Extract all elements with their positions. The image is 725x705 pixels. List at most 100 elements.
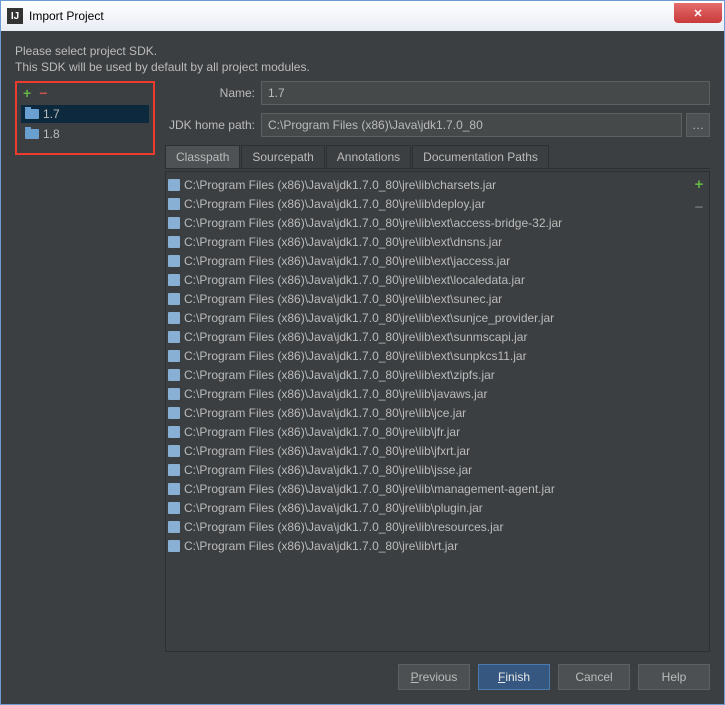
window-title: Import Project	[29, 9, 586, 23]
home-path-label: JDK home path:	[165, 118, 261, 132]
classpath-row[interactable]: C:\Program Files (x86)\Java\jdk1.7.0_80\…	[168, 517, 687, 536]
classpath-row[interactable]: C:\Program Files (x86)\Java\jdk1.7.0_80\…	[168, 327, 687, 346]
jar-icon	[168, 445, 180, 457]
classpath-row[interactable]: C:\Program Files (x86)\Java\jdk1.7.0_80\…	[168, 498, 687, 517]
classpath-row[interactable]: C:\Program Files (x86)\Java\jdk1.7.0_80\…	[168, 308, 687, 327]
classpath-row[interactable]: C:\Program Files (x86)\Java\jdk1.7.0_80\…	[168, 270, 687, 289]
jar-icon	[168, 293, 180, 305]
jar-icon	[168, 255, 180, 267]
sdk-toolbar: + −	[21, 85, 149, 105]
classpath-path: C:\Program Files (x86)\Java\jdk1.7.0_80\…	[184, 463, 472, 477]
jar-icon	[168, 179, 180, 191]
classpath-row[interactable]: C:\Program Files (x86)\Java\jdk1.7.0_80\…	[168, 251, 687, 270]
classpath-row[interactable]: C:\Program Files (x86)\Java\jdk1.7.0_80\…	[168, 403, 687, 422]
classpath-list[interactable]: C:\Program Files (x86)\Java\jdk1.7.0_80\…	[166, 172, 689, 651]
jar-icon	[168, 464, 180, 476]
close-button[interactable]: ✕	[674, 3, 722, 23]
cancel-button[interactable]: Cancel	[558, 664, 630, 690]
sdk-item-1.7[interactable]: 1.7	[21, 105, 149, 123]
jar-icon	[168, 483, 180, 495]
jar-icon	[168, 331, 180, 343]
classpath-path: C:\Program Files (x86)\Java\jdk1.7.0_80\…	[184, 178, 496, 192]
classpath-path: C:\Program Files (x86)\Java\jdk1.7.0_80\…	[184, 330, 527, 344]
remove-sdk-button[interactable]: −	[39, 85, 47, 101]
classpath-path: C:\Program Files (x86)\Java\jdk1.7.0_80\…	[184, 216, 562, 230]
add-classpath-button[interactable]: +	[695, 176, 704, 193]
classpath-path: C:\Program Files (x86)\Java\jdk1.7.0_80\…	[184, 387, 487, 401]
classpath-row[interactable]: C:\Program Files (x86)\Java\jdk1.7.0_80\…	[168, 365, 687, 384]
folder-icon	[25, 109, 39, 119]
maximize-button	[630, 3, 674, 23]
home-path-input[interactable]	[261, 113, 682, 137]
jar-icon	[168, 407, 180, 419]
classpath-row[interactable]: C:\Program Files (x86)\Java\jdk1.7.0_80\…	[168, 441, 687, 460]
classpath-path: C:\Program Files (x86)\Java\jdk1.7.0_80\…	[184, 406, 466, 420]
classpath-path: C:\Program Files (x86)\Java\jdk1.7.0_80\…	[184, 311, 554, 325]
classpath-path: C:\Program Files (x86)\Java\jdk1.7.0_80\…	[184, 425, 460, 439]
remove-classpath-button[interactable]: −	[695, 199, 704, 216]
sdk-item-1.8[interactable]: 1.8	[21, 125, 149, 143]
classpath-path: C:\Program Files (x86)\Java\jdk1.7.0_80\…	[184, 482, 555, 496]
name-input[interactable]	[261, 81, 710, 105]
jar-icon	[168, 426, 180, 438]
jar-icon	[168, 236, 180, 248]
sdk-detail-panel: Name: JDK home path: … ClasspathSourcepa…	[165, 81, 710, 694]
sdk-list[interactable]: 1.71.8	[21, 105, 149, 143]
tab-documentation-paths[interactable]: Documentation Paths	[412, 145, 549, 168]
name-label: Name:	[165, 86, 261, 100]
classpath-row[interactable]: C:\Program Files (x86)\Java\jdk1.7.0_80\…	[168, 460, 687, 479]
classpath-path: C:\Program Files (x86)\Java\jdk1.7.0_80\…	[184, 292, 502, 306]
classpath-row[interactable]: C:\Program Files (x86)\Java\jdk1.7.0_80\…	[168, 384, 687, 403]
classpath-row[interactable]: C:\Program Files (x86)\Java\jdk1.7.0_80\…	[168, 232, 687, 251]
classpath-side-toolbar: + −	[689, 172, 709, 651]
classpath-path: C:\Program Files (x86)\Java\jdk1.7.0_80\…	[184, 368, 495, 382]
dialog-import-project: IJ Import Project ✕ Please select projec…	[0, 0, 725, 705]
intro-line-2: This SDK will be used by default by all …	[15, 59, 710, 75]
jar-icon	[168, 388, 180, 400]
tab-sourcepath[interactable]: Sourcepath	[241, 145, 324, 168]
add-sdk-button[interactable]: +	[23, 85, 31, 101]
classpath-path: C:\Program Files (x86)\Java\jdk1.7.0_80\…	[184, 349, 527, 363]
minimize-button	[586, 3, 630, 23]
classpath-path: C:\Program Files (x86)\Java\jdk1.7.0_80\…	[184, 254, 510, 268]
classpath-row[interactable]: C:\Program Files (x86)\Java\jdk1.7.0_80\…	[168, 175, 687, 194]
jar-icon	[168, 540, 180, 552]
sdk-item-label: 1.8	[43, 127, 60, 141]
tab-annotations[interactable]: Annotations	[326, 145, 411, 168]
classpath-row[interactable]: C:\Program Files (x86)\Java\jdk1.7.0_80\…	[168, 536, 687, 555]
titlebar[interactable]: IJ Import Project ✕	[1, 1, 724, 31]
detail-tabs: ClasspathSourcepathAnnotationsDocumentat…	[165, 145, 710, 169]
dialog-footer: Previous Finish Cancel Help	[165, 652, 710, 694]
classpath-path: C:\Program Files (x86)\Java\jdk1.7.0_80\…	[184, 235, 502, 249]
content-area: Please select project SDK. This SDK will…	[1, 31, 724, 704]
browse-button[interactable]: …	[686, 113, 710, 137]
jar-icon	[168, 369, 180, 381]
classpath-path: C:\Program Files (x86)\Java\jdk1.7.0_80\…	[184, 501, 483, 515]
sdk-item-label: 1.7	[43, 107, 60, 121]
classpath-path: C:\Program Files (x86)\Java\jdk1.7.0_80\…	[184, 520, 503, 534]
classpath-row[interactable]: C:\Program Files (x86)\Java\jdk1.7.0_80\…	[168, 346, 687, 365]
classpath-row[interactable]: C:\Program Files (x86)\Java\jdk1.7.0_80\…	[168, 289, 687, 308]
jar-icon	[168, 274, 180, 286]
classpath-path: C:\Program Files (x86)\Java\jdk1.7.0_80\…	[184, 273, 525, 287]
classpath-path: C:\Program Files (x86)\Java\jdk1.7.0_80\…	[184, 539, 458, 553]
previous-button[interactable]: Previous	[398, 664, 470, 690]
classpath-row[interactable]: C:\Program Files (x86)\Java\jdk1.7.0_80\…	[168, 194, 687, 213]
sdk-list-panel: + − 1.71.8	[15, 81, 155, 155]
finish-button[interactable]: Finish	[478, 664, 550, 690]
classpath-path: C:\Program Files (x86)\Java\jdk1.7.0_80\…	[184, 197, 485, 211]
classpath-row[interactable]: C:\Program Files (x86)\Java\jdk1.7.0_80\…	[168, 422, 687, 441]
app-icon: IJ	[7, 8, 23, 24]
jar-icon	[168, 198, 180, 210]
jar-icon	[168, 521, 180, 533]
folder-icon	[25, 129, 39, 139]
jar-icon	[168, 350, 180, 362]
tab-classpath[interactable]: Classpath	[165, 145, 240, 168]
help-button[interactable]: Help	[638, 664, 710, 690]
intro-line-1: Please select project SDK.	[15, 43, 710, 59]
classpath-path: C:\Program Files (x86)\Java\jdk1.7.0_80\…	[184, 444, 470, 458]
classpath-list-area: C:\Program Files (x86)\Java\jdk1.7.0_80\…	[165, 171, 710, 652]
classpath-row[interactable]: C:\Program Files (x86)\Java\jdk1.7.0_80\…	[168, 213, 687, 232]
jar-icon	[168, 502, 180, 514]
classpath-row[interactable]: C:\Program Files (x86)\Java\jdk1.7.0_80\…	[168, 479, 687, 498]
